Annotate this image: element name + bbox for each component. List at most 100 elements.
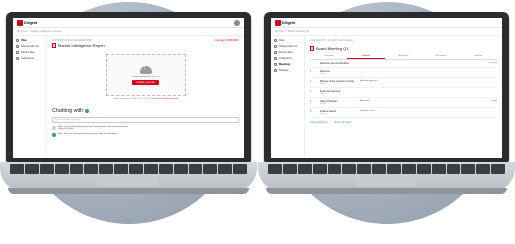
upload-help-link[interactable]: Learn more about uploading	[151, 98, 178, 100]
sidebar-item-recent[interactable]: Recent files	[274, 51, 301, 54]
chat-title: Chatting with	[52, 108, 84, 114]
online-status-icon	[85, 109, 90, 113]
row-duration: 10 min	[320, 83, 327, 85]
tab-overview[interactable]: Overview	[310, 54, 347, 59]
logo[interactable]: Diligent	[275, 19, 296, 26]
document-meta: SUPPLIER INTELLIGENCE REPORT	[52, 39, 93, 42]
clock-icon	[274, 51, 277, 54]
tab-documents[interactable]: Documents	[422, 54, 459, 59]
upload-button[interactable]: Upload a new file	[132, 79, 159, 85]
logo-text: Diligent	[282, 20, 296, 25]
upload-instructions: Drag and drop files here, or	[132, 75, 159, 78]
sidebar-item-shared[interactable]: Shared with me	[16, 45, 43, 48]
row-title: Financial Overview 20 min	[320, 90, 358, 95]
user-avatar[interactable]	[234, 19, 240, 26]
agenda-row[interactable]: 5 Finance Report 10 min Pending review	[310, 108, 497, 118]
laptop-screen: Diligent My Docs > Board Meeting Q3 File…	[271, 18, 502, 158]
tab-attendees[interactable]: Attendees	[385, 54, 422, 59]
agenda-row[interactable]: 3 Financial Overview 20 min	[310, 88, 497, 98]
logo-text: Diligent	[24, 20, 38, 25]
document-icon	[310, 46, 314, 51]
row-number: 3	[310, 90, 312, 93]
sidebar-item-settings[interactable]: Settings	[274, 69, 301, 72]
breadcrumb[interactable]: My Docs > Supplier Intelligence Report	[13, 28, 244, 36]
sidebar-item-label: Collections	[21, 57, 34, 60]
tab-agenda[interactable]: Agenda	[347, 54, 385, 59]
upload-note: Supported formats: PDF, DOCX, XLSX Learn…	[52, 98, 239, 100]
sidebar-item-label: Collections	[279, 57, 292, 60]
row-title: Welcome 5 min	[320, 70, 358, 75]
row-tag: Complete	[488, 62, 497, 64]
agenda-row[interactable]: 2 Minutes of the previous meeting 10 min …	[310, 78, 497, 88]
row-title: Welcome and introductions	[320, 62, 349, 65]
sidebar-item-files[interactable]: Files	[274, 39, 301, 42]
sidebar-item-label: Settings	[279, 69, 289, 72]
agenda-row[interactable]: 4 Sales 20 Report 15 min Approved Ready	[310, 98, 497, 108]
document-meta: AGENDA FOR · Q3 2025 board meeting	[310, 39, 353, 42]
chat-input[interactable]: Ask Diligent AI a question	[52, 117, 239, 123]
calendar-icon	[274, 63, 277, 66]
tab-minutes[interactable]: Minutes	[460, 54, 497, 59]
sidebar: Files Shared with me Recent files Collec…	[271, 36, 305, 158]
row-duration: 15 min	[320, 103, 327, 105]
collection-icon	[274, 57, 277, 60]
right-laptop-scene: Diligent My Docs > Board Meeting Q3 File…	[258, 0, 515, 244]
logo[interactable]: Diligent	[17, 19, 38, 26]
sidebar-item-files[interactable]: Files	[16, 39, 43, 42]
add-agenda-item-button[interactable]: Add agenda item	[310, 121, 328, 124]
agenda-row[interactable]: 1 Welcome 5 min	[310, 68, 497, 78]
row-status: Approved	[360, 100, 370, 102]
row-tag: Ready	[491, 100, 497, 102]
row-title: Sales 20 Report 15 min	[320, 100, 358, 105]
folder-icon	[274, 39, 277, 42]
sidebar-item-shared[interactable]: Shared with me	[274, 45, 301, 48]
keyboard-keys	[10, 164, 247, 174]
sidebar-item-label: Shared with me	[21, 45, 40, 48]
document-icon	[52, 43, 56, 48]
message-text: Sure, here is a summary of the key point…	[58, 133, 118, 135]
page-title: Market Intelligence Report	[58, 43, 105, 48]
sidebar-item-collections[interactable]: Collections	[16, 57, 43, 60]
assistant-avatar-icon	[52, 133, 56, 137]
cloud-upload-icon	[139, 65, 152, 74]
agenda-actions: Add agenda item Share with team	[310, 121, 497, 124]
laptop-screen-frame: Diligent My Docs > Board Meeting Q3 File…	[264, 12, 509, 162]
collection-icon	[16, 57, 19, 60]
sidebar: Files Shared with me Recent files Collec…	[13, 36, 47, 158]
message-time: Today at 9:04 AM	[58, 128, 74, 130]
row-status: Awaiting approval	[360, 80, 378, 82]
logo-mark-icon	[275, 19, 281, 26]
folder-icon	[16, 39, 19, 42]
chat-message: Make a list of all the key points from t…	[52, 126, 239, 130]
gear-icon	[274, 69, 277, 72]
laptop-screen: Diligent My Docs > Supplier Intelligence…	[13, 18, 244, 158]
upload-dropzone[interactable]: Drag and drop files here, or Upload a ne…	[105, 54, 186, 96]
app-header: Diligent	[271, 18, 502, 28]
chat-heading: Chatting with	[52, 108, 239, 114]
agenda-row[interactable]: Welcome and introductions Complete	[310, 60, 497, 68]
row-status: Pending review	[360, 110, 375, 112]
row-title: Minutes of the previous meeting 10 min	[320, 80, 358, 85]
laptop-screen-frame: Diligent My Docs > Supplier Intelligence…	[6, 12, 251, 162]
share-icon	[16, 45, 19, 48]
sidebar-item-label: Meetings	[279, 63, 291, 66]
laptop-bottom-edge	[266, 188, 507, 194]
due-date: Due date: 06/08/2025	[215, 39, 238, 42]
row-duration: 5 min	[320, 73, 325, 75]
row-number: 1	[310, 70, 312, 73]
row-title: Finance Report 10 min	[320, 110, 358, 115]
row-duration: 10 min	[320, 113, 327, 115]
sidebar-item-label: Recent files	[279, 51, 293, 54]
share-button[interactable]: Share with team	[334, 121, 351, 124]
sidebar-item-label: Files	[21, 39, 27, 42]
app-header: Diligent	[13, 18, 244, 28]
sidebar-item-label: Files	[279, 39, 285, 42]
main-content: SUPPLIER INTELLIGENCE REPORT Market Inte…	[47, 36, 244, 158]
row-number: 5	[310, 110, 312, 113]
row-number: 2	[310, 80, 312, 83]
sidebar-item-collections[interactable]: Collections	[274, 57, 301, 60]
breadcrumb[interactable]: My Docs > Board Meeting Q3	[271, 28, 502, 36]
upload-note-text: Supported formats: PDF, DOCX, XLSX	[112, 98, 151, 100]
sidebar-item-recent[interactable]: Recent files	[16, 51, 43, 54]
sidebar-item-meetings[interactable]: Meetings	[274, 63, 301, 66]
